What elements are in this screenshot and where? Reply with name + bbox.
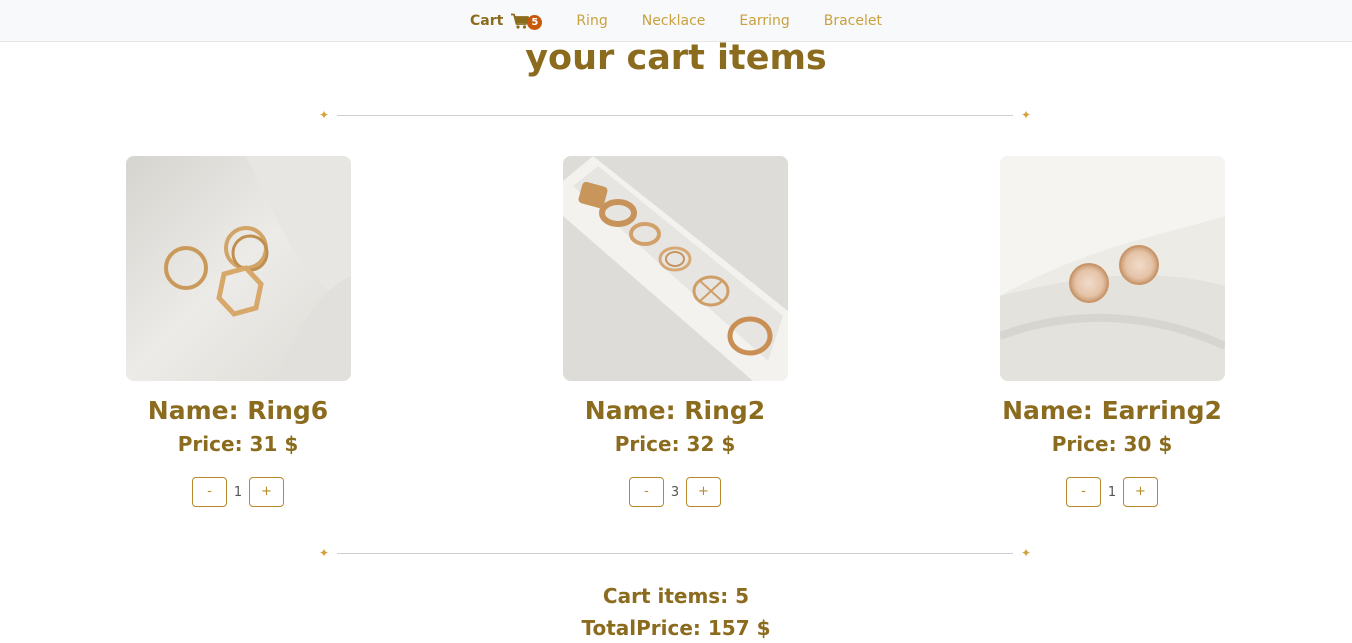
cart-item-card: Name: Ring6 Price: 31 $ - 1 + bbox=[88, 156, 388, 507]
increase-quantity-button[interactable]: + bbox=[249, 477, 284, 507]
decrease-quantity-button[interactable]: - bbox=[1066, 477, 1101, 507]
increase-quantity-button[interactable]: + bbox=[686, 477, 721, 507]
nav-link-ring[interactable]: Ring bbox=[576, 13, 607, 29]
divider-line bbox=[337, 553, 1013, 554]
quantity-stepper: - 3 + bbox=[525, 477, 825, 507]
item-name: Name: Ring6 bbox=[147, 396, 329, 425]
item-price: Price: 32 $ bbox=[614, 432, 736, 456]
divider-line bbox=[337, 115, 1013, 116]
nav-link-earring[interactable]: Earring bbox=[739, 13, 789, 29]
item-name: Name: Earring2 bbox=[1002, 396, 1222, 425]
quantity-stepper: - 1 + bbox=[962, 477, 1262, 507]
top-divider: ✦ ✦ bbox=[319, 108, 1031, 122]
cart-icon bbox=[511, 13, 530, 29]
increase-quantity-button[interactable]: + bbox=[1123, 477, 1158, 507]
page-title: your cart items bbox=[525, 38, 827, 78]
product-image-ring2 bbox=[562, 156, 788, 381]
item-price: Price: 31 $ bbox=[177, 432, 299, 456]
nav-link-necklace[interactable]: Necklace bbox=[642, 13, 706, 29]
total-price: TotalPrice: 157 $ bbox=[581, 616, 771, 640]
cart-count-badge: 5 bbox=[527, 14, 543, 30]
cart-item-card: Name: Earring2 Price: 30 $ - 1 + bbox=[962, 156, 1262, 507]
quantity-value: 3 bbox=[670, 484, 680, 500]
bottom-divider: ✦ ✦ bbox=[319, 546, 1031, 560]
divider-star-icon: ✦ bbox=[319, 108, 330, 122]
divider-star-icon: ✦ bbox=[1020, 546, 1031, 560]
nav-cart-label: Cart bbox=[470, 12, 504, 29]
quantity-value: 1 bbox=[1107, 484, 1117, 500]
quantity-value: 1 bbox=[233, 484, 243, 500]
nav-links: Cart 5 Ring Necklace Earring Bracelet bbox=[453, 12, 899, 30]
quantity-stepper: - 1 + bbox=[88, 477, 388, 507]
nav-link-bracelet[interactable]: Bracelet bbox=[824, 13, 882, 29]
item-price: Price: 30 $ bbox=[1051, 432, 1173, 456]
product-image-earring2 bbox=[999, 156, 1225, 381]
item-name: Name: Ring2 bbox=[584, 396, 766, 425]
divider-star-icon: ✦ bbox=[319, 546, 330, 560]
divider-star-icon: ✦ bbox=[1020, 108, 1031, 122]
cart-items-count: Cart items: 5 bbox=[602, 584, 750, 608]
cart-item-card: Name: Ring2 Price: 32 $ - 3 + bbox=[525, 156, 825, 507]
decrease-quantity-button[interactable]: - bbox=[629, 477, 664, 507]
nav-cart-link[interactable]: Cart 5 bbox=[470, 12, 543, 30]
product-image-ring6 bbox=[125, 156, 351, 381]
decrease-quantity-button[interactable]: - bbox=[192, 477, 227, 507]
